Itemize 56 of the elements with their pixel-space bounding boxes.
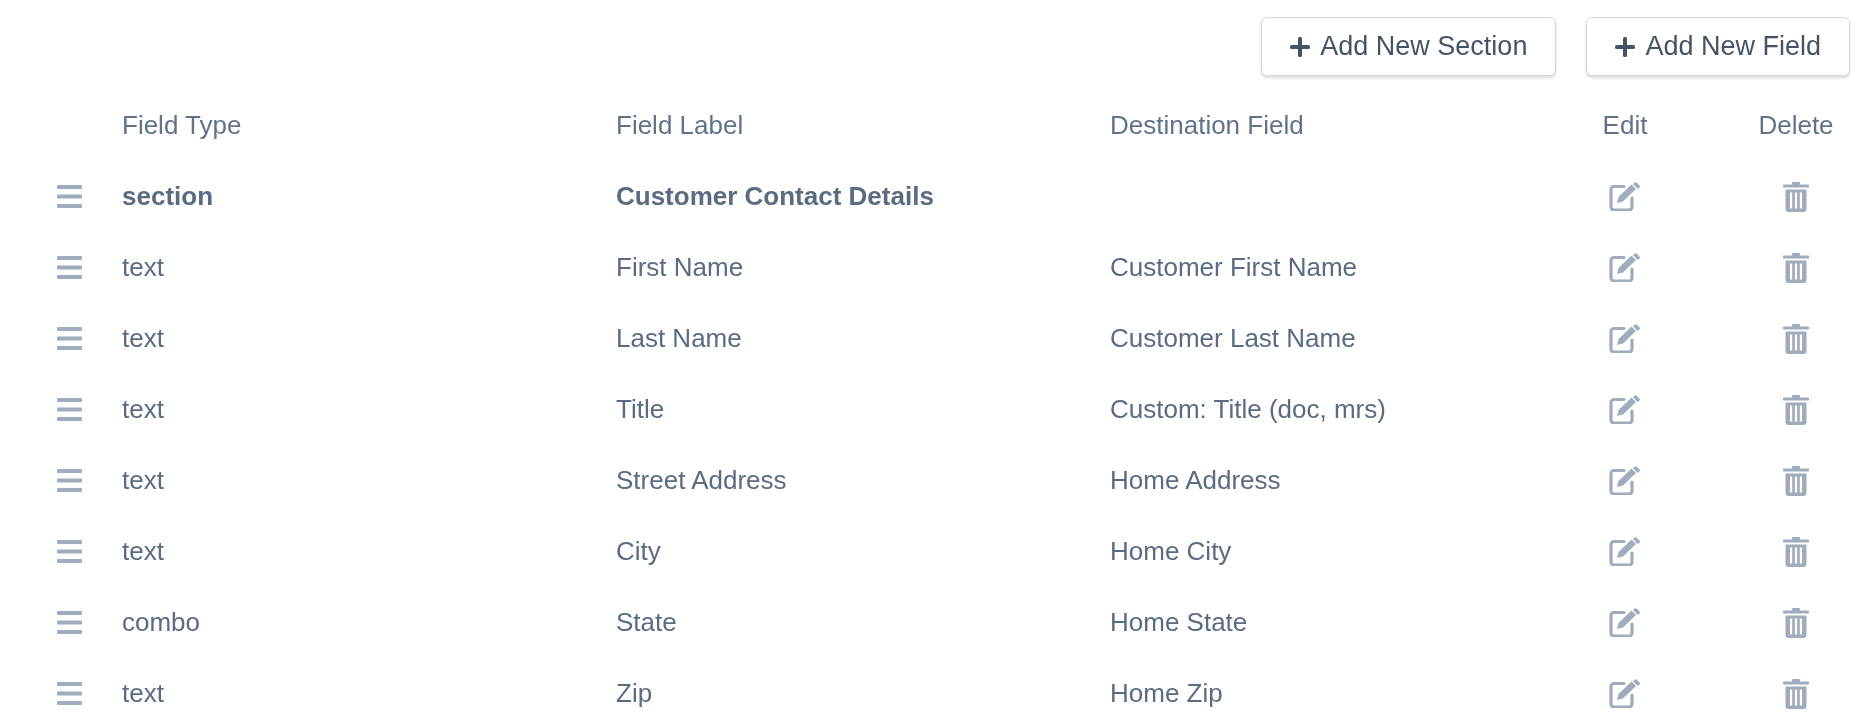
edit-icon[interactable]	[1609, 537, 1641, 566]
trash-icon[interactable]	[1783, 465, 1809, 496]
edit-icon[interactable]	[1609, 466, 1641, 495]
field-type-cell: text	[122, 323, 164, 353]
trash-icon[interactable]	[1783, 252, 1809, 283]
drag-handle-icon[interactable]	[57, 682, 82, 705]
column-header: Destination Field	[1110, 110, 1304, 140]
field-label-cell: State	[616, 607, 677, 637]
field-type-cell: section	[122, 181, 214, 211]
trash-icon[interactable]	[1783, 181, 1809, 212]
edit-icon[interactable]	[1609, 324, 1641, 353]
plus-icon	[1290, 36, 1311, 57]
destination-field-cell: Home Zip	[1110, 678, 1223, 708]
destination-field-cell: Home State	[1110, 607, 1248, 637]
trash-icon[interactable]	[1783, 536, 1809, 567]
destination-field-cell: Home City	[1110, 536, 1232, 566]
trash-icon[interactable]	[1783, 678, 1809, 709]
field-type-cell: text	[122, 252, 164, 282]
drag-handle-icon[interactable]	[57, 398, 82, 421]
destination-field-cell: Custom: Title (doc, mrs)	[1110, 394, 1386, 424]
add-button[interactable]: Add New Field	[1586, 17, 1850, 76]
field-label-cell: City	[616, 536, 661, 566]
drag-handle-icon[interactable]	[57, 185, 82, 208]
trash-icon[interactable]	[1783, 323, 1809, 354]
edit-icon[interactable]	[1609, 608, 1641, 637]
field-label-cell: Last Name	[616, 323, 742, 353]
destination-field-cell: Customer Last Name	[1110, 323, 1356, 353]
drag-handle-icon[interactable]	[57, 469, 82, 492]
field-type-cell: text	[122, 678, 164, 708]
column-header: Field Type	[122, 110, 242, 140]
drag-handle-icon[interactable]	[57, 256, 82, 279]
edit-icon[interactable]	[1609, 182, 1641, 211]
column-header: Edit	[1602, 109, 1648, 142]
edit-icon[interactable]	[1609, 253, 1641, 282]
field-type-cell: combo	[122, 607, 201, 637]
field-type-cell: text	[122, 536, 164, 566]
field-label-cell: Customer Contact Details	[616, 181, 934, 211]
edit-icon[interactable]	[1609, 679, 1641, 708]
edit-icon[interactable]	[1609, 395, 1641, 424]
destination-field-cell: Home Address	[1110, 465, 1281, 495]
add-button[interactable]: Add New Section	[1261, 17, 1557, 76]
field-type-cell: text	[122, 465, 164, 495]
drag-handle-icon[interactable]	[57, 611, 82, 634]
column-header: Delete	[1758, 109, 1834, 142]
field-label-cell: Street Address	[616, 465, 787, 495]
destination-field-cell: Customer First Name	[1110, 252, 1358, 282]
column-header: Field Label	[616, 110, 744, 140]
field-label-cell: Zip	[616, 678, 653, 708]
field-type-cell: text	[122, 394, 164, 424]
field-label-cell: Title	[616, 394, 665, 424]
field-label-cell: First Name	[616, 252, 744, 282]
trash-icon[interactable]	[1783, 394, 1809, 425]
plus-icon	[1615, 36, 1636, 57]
drag-handle-icon[interactable]	[57, 327, 82, 350]
drag-handle-icon[interactable]	[57, 540, 82, 563]
trash-icon[interactable]	[1783, 607, 1809, 638]
